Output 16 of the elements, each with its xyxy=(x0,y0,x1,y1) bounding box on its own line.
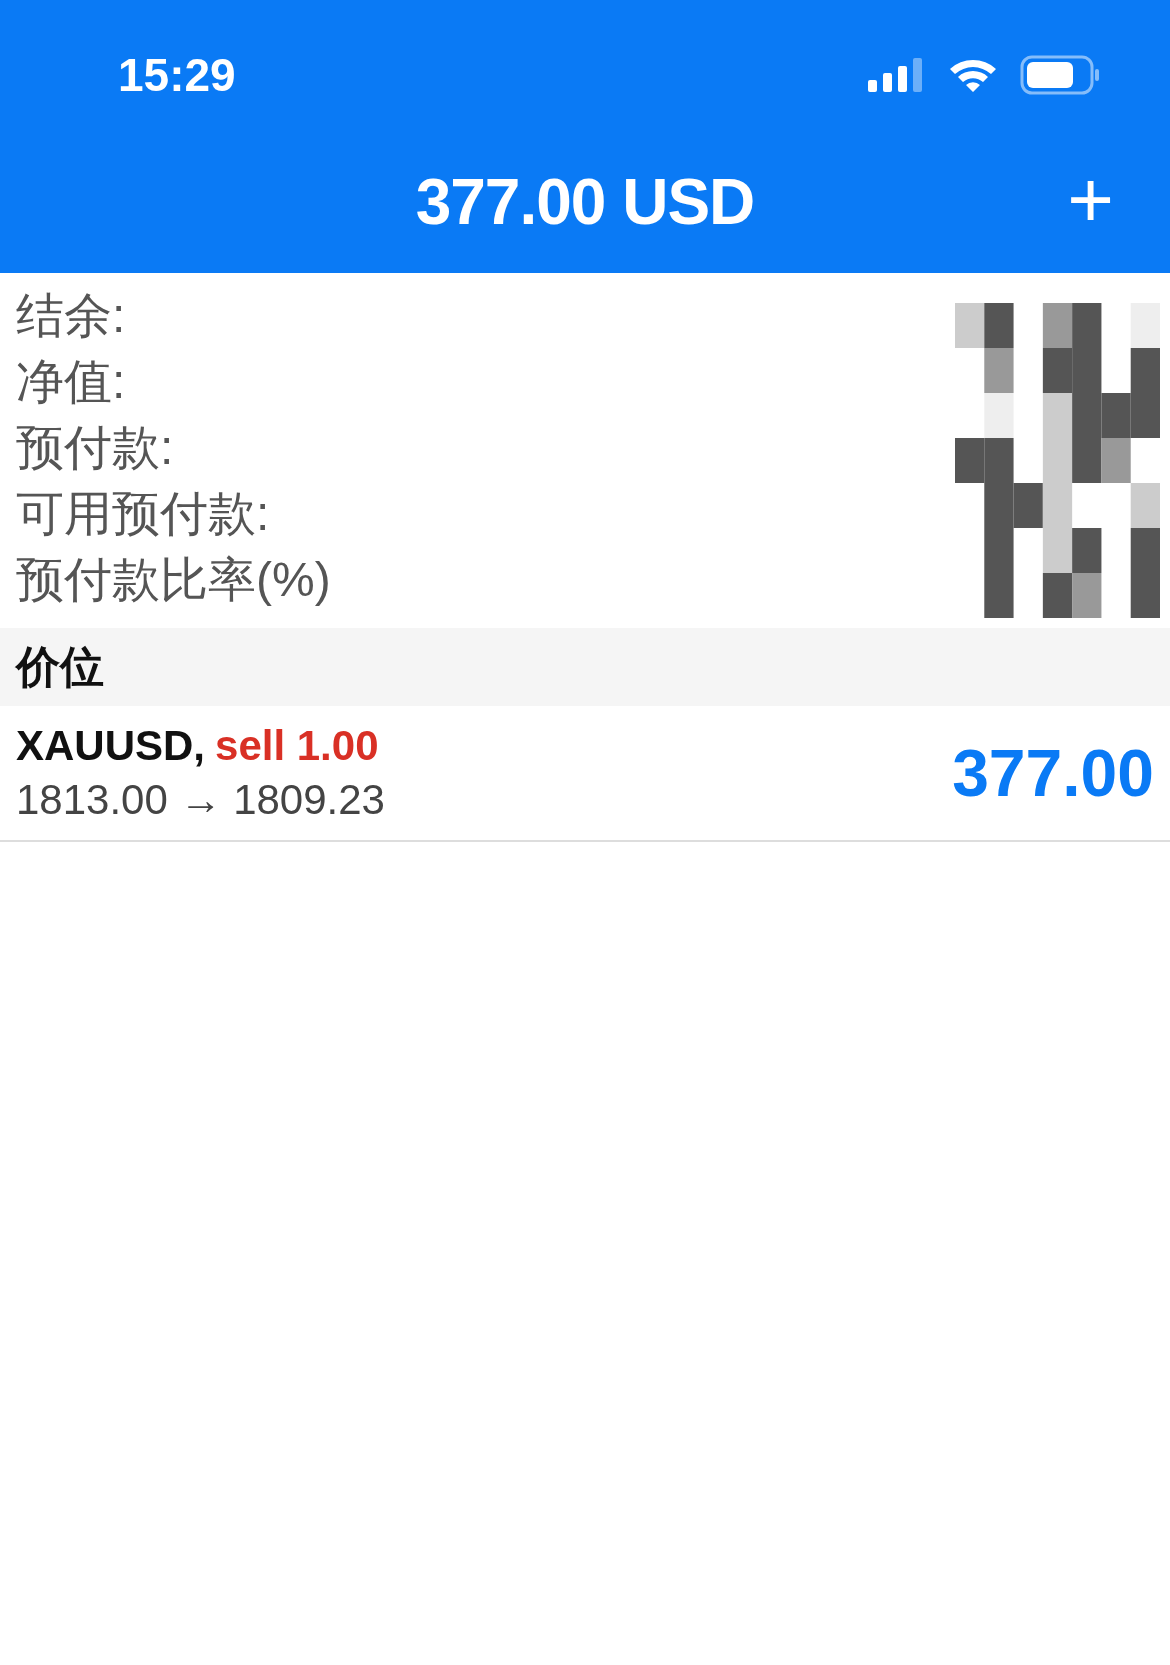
summary-label: 预付款比率(%) xyxy=(16,552,332,608)
summary-label: 可用预付款: xyxy=(16,486,271,542)
summary-label: 净值: xyxy=(16,354,127,410)
summary-label: 结余: xyxy=(16,288,127,344)
position-prices: 1813.00 → 1809.23 xyxy=(16,776,385,824)
status-time: 15:29 xyxy=(118,48,236,102)
position-order: sell 1.00 xyxy=(215,722,379,770)
position-symbol: XAUUSD, xyxy=(16,722,206,770)
wifi-icon xyxy=(948,57,998,93)
battery-icon xyxy=(1020,55,1100,95)
position-row[interactable]: XAUUSD, sell 1.00 1813.00 → 1809.23 377.00 xyxy=(0,706,1170,842)
balance-title: 377.00 USD xyxy=(415,164,755,239)
summary-label: 预付款: xyxy=(16,420,175,476)
section-title: 价位 xyxy=(16,640,104,693)
add-button[interactable]: + xyxy=(1059,160,1122,240)
position-profit: 377.00 xyxy=(952,735,1154,811)
